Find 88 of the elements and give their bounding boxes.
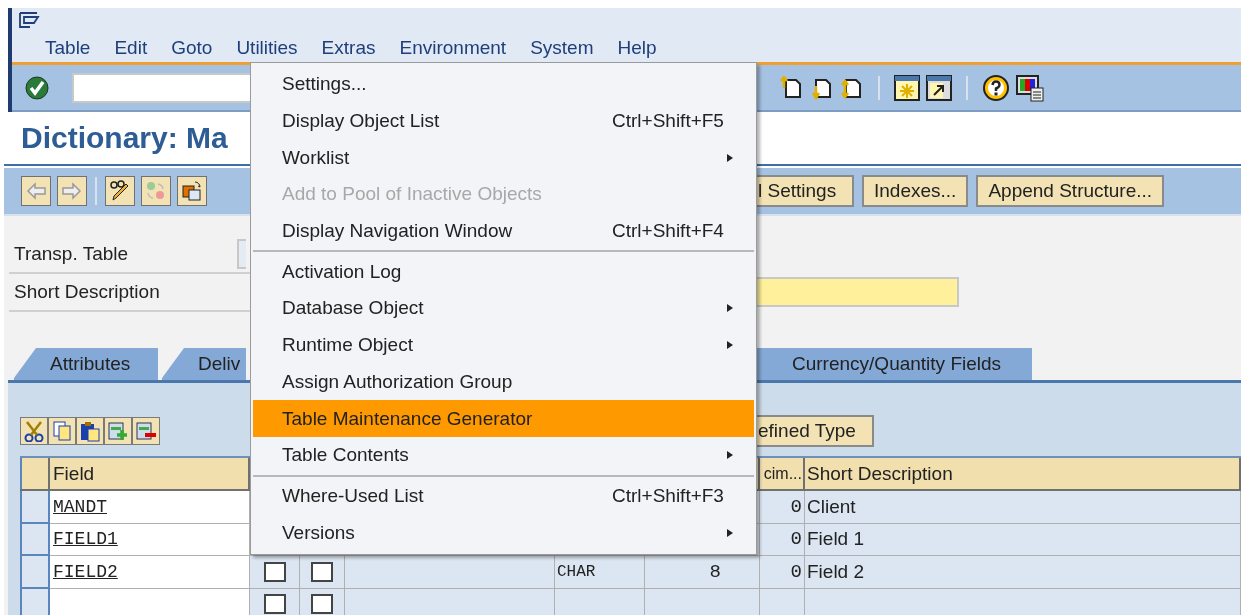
column-header: Short Description — [805, 458, 1241, 489]
table-cell: 0 — [760, 491, 805, 524]
table-cell[interactable]: MANDT — [50, 491, 250, 524]
menu-bar-item[interactable]: Table — [45, 37, 91, 59]
toolbar-button[interactable]: efined Type — [756, 415, 874, 447]
table-cell: Client — [805, 491, 1241, 524]
menu-bar-item[interactable]: Edit — [114, 37, 148, 59]
table-cell[interactable]: FIELD2 — [50, 556, 250, 589]
menu-item[interactable]: Database Object — [253, 290, 754, 327]
command-field[interactable] — [72, 72, 250, 103]
toolbar-button[interactable]: Append Structure... — [976, 175, 1165, 207]
row-selector[interactable] — [20, 523, 50, 556]
submenu-arrow-icon[interactable] — [726, 450, 734, 461]
row-selector[interactable] — [20, 588, 50, 615]
menu-item-label: Display Navigation Window — [282, 220, 514, 243]
menu-bar-item[interactable]: Environment — [399, 37, 507, 59]
help-icon[interactable] — [982, 73, 1010, 102]
checkbox[interactable] — [311, 561, 333, 582]
checkbox[interactable] — [311, 594, 333, 615]
menu-item-label: Table Maintenance Generator — [282, 407, 534, 430]
table-cell[interactable]: FIELD1 — [50, 523, 250, 556]
table-cell: Field 2 — [805, 556, 1241, 589]
menu-item[interactable]: Versions — [253, 514, 754, 551]
menu-bar-item[interactable]: Utilities — [236, 37, 298, 59]
table-cell: 8 — [645, 556, 760, 589]
menu-bar-item[interactable]: System — [530, 37, 594, 59]
field-label: Transp. Table — [13, 243, 130, 265]
menu-item-label: Assign Authorization Group — [282, 370, 514, 393]
menu-item-label: Add to Pool of Inactive Objects — [282, 183, 543, 206]
shortcut-text: Ctrl+Shift+F4 — [612, 220, 725, 243]
menu-bar-item[interactable]: Extras — [321, 37, 376, 59]
pencil-glasses-icon[interactable] — [109, 180, 131, 202]
scissors-icon[interactable] — [23, 420, 45, 442]
page-up-icon[interactable] — [780, 75, 804, 100]
table-cell — [760, 588, 805, 615]
menu-item[interactable]: Runtime Object — [253, 326, 754, 364]
checkbox[interactable] — [263, 594, 286, 615]
tab[interactable]: Currency/Quantity Fields — [756, 348, 1032, 380]
window-menu-icon[interactable] — [18, 11, 40, 29]
submenu-arrow-icon[interactable] — [726, 152, 734, 163]
checkmark-icon[interactable] — [24, 74, 50, 101]
menu-item-label: Activation Log — [282, 260, 403, 283]
table-cell[interactable] — [50, 588, 250, 615]
menu-item-label: Where-Used List — [282, 484, 425, 507]
menu-item-label: Versions — [282, 521, 356, 544]
shortcut-icon[interactable] — [926, 74, 952, 101]
submenu-arrow-icon[interactable] — [726, 340, 734, 351]
new-window-icon[interactable] — [894, 74, 920, 101]
input-field[interactable] — [237, 239, 246, 269]
insert-row-icon[interactable] — [107, 420, 129, 442]
menu-item[interactable]: Table Contents — [253, 436, 754, 474]
menu-item-label: Settings... — [282, 73, 368, 96]
layout-icon[interactable] — [1016, 73, 1044, 102]
menu-item[interactable]: Assign Authorization Group — [253, 363, 754, 401]
copy-object-icon[interactable] — [181, 180, 203, 202]
toolbar-button[interactable]: Indexes... — [862, 175, 969, 207]
row-selector[interactable] — [20, 491, 50, 524]
table-cell: 0 — [760, 556, 805, 589]
table-cell: 0 — [760, 523, 805, 556]
menu-bar-item[interactable]: Help — [617, 37, 657, 59]
field-label: Short Description — [13, 281, 161, 303]
copy-icon[interactable] — [51, 420, 73, 442]
row-selector[interactable] — [20, 556, 50, 589]
select-all-cell[interactable] — [20, 458, 50, 489]
input-field[interactable] — [756, 277, 959, 307]
menu-item-label: Database Object — [282, 297, 425, 320]
submenu-arrow-icon[interactable] — [726, 527, 734, 538]
menu-item-label: Table Contents — [282, 444, 410, 467]
checkbox[interactable] — [263, 561, 286, 582]
menu-item-label: Worklist — [282, 146, 351, 169]
menu-bar-item[interactable]: Goto — [171, 37, 213, 59]
tab[interactable]: Attributes — [14, 348, 158, 380]
toggle-objects-icon[interactable] — [145, 180, 167, 202]
table-cell: CHAR — [555, 556, 645, 589]
menu-item-label: Display Object List — [282, 110, 441, 133]
menu-item[interactable]: Table Maintenance Generator — [253, 400, 754, 437]
toolbar-button[interactable]: l Settings — [756, 175, 854, 207]
menu-item[interactable]: Activation Log — [253, 253, 754, 291]
tab[interactable]: Deliv — [162, 348, 246, 380]
shortcut-text: Ctrl+Shift+F3 — [612, 484, 725, 507]
submenu-arrow-icon[interactable] — [726, 303, 734, 314]
menu-item-label: Runtime Object — [282, 334, 414, 357]
menu-item[interactable]: Display Navigation Window Ctrl+Shift+F4 — [253, 212, 754, 250]
paste-icon[interactable] — [79, 420, 101, 442]
shortcut-text: Ctrl+Shift+F5 — [612, 110, 725, 133]
table-cell: Field 1 — [805, 523, 1241, 556]
delete-row-icon[interactable] — [135, 420, 157, 442]
menu-item[interactable]: Where-Used List Ctrl+Shift+F3 — [253, 477, 754, 515]
